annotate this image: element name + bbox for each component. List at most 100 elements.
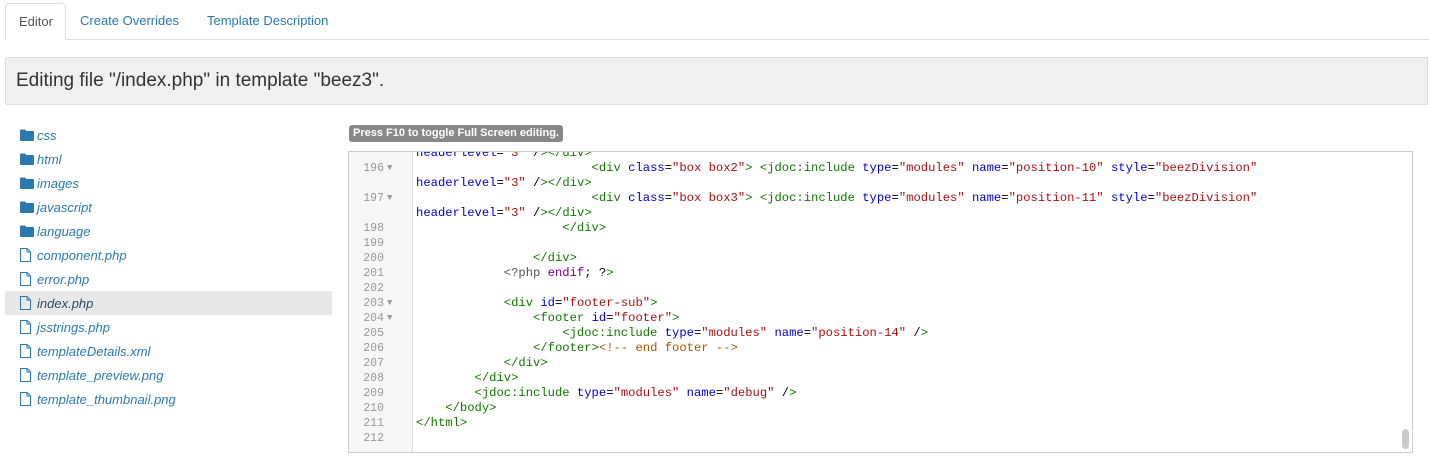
code-text: </body> xyxy=(445,401,497,415)
file-icon xyxy=(20,248,36,262)
code-line[interactable]: 208 </div> xyxy=(349,371,1400,386)
line-number: 210 xyxy=(363,402,384,415)
code-editor[interactable]: headerlevel="3" /></div> 196 ▼ <div class=… xyxy=(348,151,1413,453)
tree-item-html[interactable]: html xyxy=(5,147,332,171)
tree-item-template-preview-png[interactable]: template_preview.png xyxy=(5,363,332,387)
tree-item-template-thumbnail-png[interactable]: template_thumbnail.png xyxy=(5,387,332,411)
tree-item-label: index.php xyxy=(37,295,94,311)
line-number: 208 xyxy=(363,372,384,385)
code-text: headerlevel="3" /></div> xyxy=(416,206,592,220)
code-line[interactable]: headerlevel="3" /></div> xyxy=(349,176,1400,191)
line-number: 206 xyxy=(363,342,384,355)
code-line[interactable]: 211 </html> xyxy=(349,416,1400,431)
code-line[interactable]: 210 </body> xyxy=(349,401,1400,416)
tree-item-images[interactable]: images xyxy=(5,171,332,195)
line-number: 198 xyxy=(363,222,384,235)
code-line[interactable]: 200 </div> xyxy=(349,251,1400,266)
line-number: 201 xyxy=(363,267,384,280)
fold-arrow-icon[interactable]: ▼ xyxy=(384,161,412,176)
code-line[interactable]: 202 xyxy=(349,281,1400,296)
tree-item-label: template_thumbnail.png xyxy=(37,391,176,407)
code-text: </div> xyxy=(503,356,548,370)
tree-item-label: jsstrings.php xyxy=(37,319,110,335)
tree-item-label: html xyxy=(37,151,62,167)
code-text: <div class="box box2"> <jdoc:include typ… xyxy=(591,161,1258,175)
line-number: 209 xyxy=(363,387,384,400)
folder-icon xyxy=(20,128,36,142)
line-number: 204 xyxy=(363,312,384,325)
file-icon xyxy=(20,392,36,406)
tree-item-language[interactable]: language xyxy=(5,219,332,243)
tree-item-component-php[interactable]: component.php xyxy=(5,243,332,267)
file-icon xyxy=(20,368,36,382)
tree-item-label: component.php xyxy=(37,247,127,263)
code-line[interactable]: 198 </div> xyxy=(349,221,1400,236)
folder-icon xyxy=(20,200,36,214)
tree-item-jsstrings-php[interactable]: jsstrings.php xyxy=(5,315,332,339)
tree-item-javascript[interactable]: javascript xyxy=(5,195,332,219)
code-line[interactable]: 196 ▼ <div class="box box2"> <jdoc:includ… xyxy=(349,161,1400,176)
tree-item-label: javascript xyxy=(37,199,92,215)
line-number: 196 xyxy=(363,162,384,175)
tab-create-overrides[interactable]: Create Overrides xyxy=(67,3,192,38)
tree-item-index-php[interactable]: index.php xyxy=(5,291,332,315)
code-text: headerlevel="3" /></div> xyxy=(416,151,592,160)
code-line[interactable]: 203 ▼ <div id="footer-sub"> xyxy=(349,296,1400,311)
tab-bar: Editor Create Overrides Template Descrip… xyxy=(5,3,1429,40)
line-number: 200 xyxy=(363,252,384,265)
code-line[interactable]: 204 ▼ <footer id="footer"> xyxy=(349,311,1400,326)
tree-item-templatedetails-xml[interactable]: templateDetails.xml xyxy=(5,339,332,363)
fold-arrow-icon[interactable]: ▼ xyxy=(384,296,412,311)
file-tree: css html images javascript language component… xyxy=(5,123,332,411)
tree-item-css[interactable]: css xyxy=(5,123,332,147)
page-title: Editing file "/index.php" in template "b… xyxy=(16,70,385,91)
tree-item-label: images xyxy=(37,175,79,191)
tree-item-label: css xyxy=(37,127,57,143)
line-number xyxy=(349,152,384,161)
folder-icon xyxy=(20,224,36,238)
tree-item-error-php[interactable]: error.php xyxy=(5,267,332,291)
code-text: </footer><!-- end footer --> xyxy=(533,341,738,355)
fold-arrow-icon[interactable]: ▼ xyxy=(384,191,412,206)
code-line[interactable]: headerlevel="3" /></div> xyxy=(349,206,1400,221)
line-number: 197 xyxy=(363,192,384,205)
code-text: </div> xyxy=(562,221,607,235)
code-text: headerlevel="3" /></div> xyxy=(416,176,592,190)
tab-template-description[interactable]: Template Description xyxy=(194,3,341,38)
code-line[interactable]: headerlevel="3" /></div> xyxy=(349,151,1400,161)
line-number: 212 xyxy=(363,432,384,445)
code-line[interactable]: 197 ▼ <div class="box box3"> <jdoc:includ… xyxy=(349,191,1400,206)
tree-item-label: templateDetails.xml xyxy=(37,343,151,359)
code-text: </div> xyxy=(533,251,577,265)
code-line[interactable]: 205 <jdoc:include type="modules" name="p… xyxy=(349,326,1400,341)
line-number: 211 xyxy=(363,417,384,430)
code-line[interactable]: 199 xyxy=(349,236,1400,251)
fold-arrow-icon[interactable]: ▼ xyxy=(384,311,412,326)
tab-editor[interactable]: Editor xyxy=(5,3,66,40)
line-number: 205 xyxy=(363,327,384,340)
file-icon xyxy=(20,296,36,310)
line-number xyxy=(349,206,384,221)
code-line[interactable]: 209 <jdoc:include type="modules" name="d… xyxy=(349,386,1400,401)
code-line[interactable]: 201 <?php endif; ?> xyxy=(349,266,1400,281)
editor-scrollbar[interactable] xyxy=(1402,429,1409,449)
code-text: <jdoc:include type="modules" name="debug… xyxy=(474,386,797,400)
code-line[interactable]: 207 </div> xyxy=(349,356,1400,371)
code-line[interactable]: 206 </footer><!-- end footer --> xyxy=(349,341,1400,356)
line-number: 199 xyxy=(363,237,384,250)
code-text: <div class="box box3"> <jdoc:include typ… xyxy=(591,191,1258,205)
code-line[interactable]: 212 xyxy=(349,431,1400,446)
code-lines[interactable]: headerlevel="3" /></div> 196 ▼ <div class=… xyxy=(349,151,1400,446)
folder-icon xyxy=(20,176,36,190)
